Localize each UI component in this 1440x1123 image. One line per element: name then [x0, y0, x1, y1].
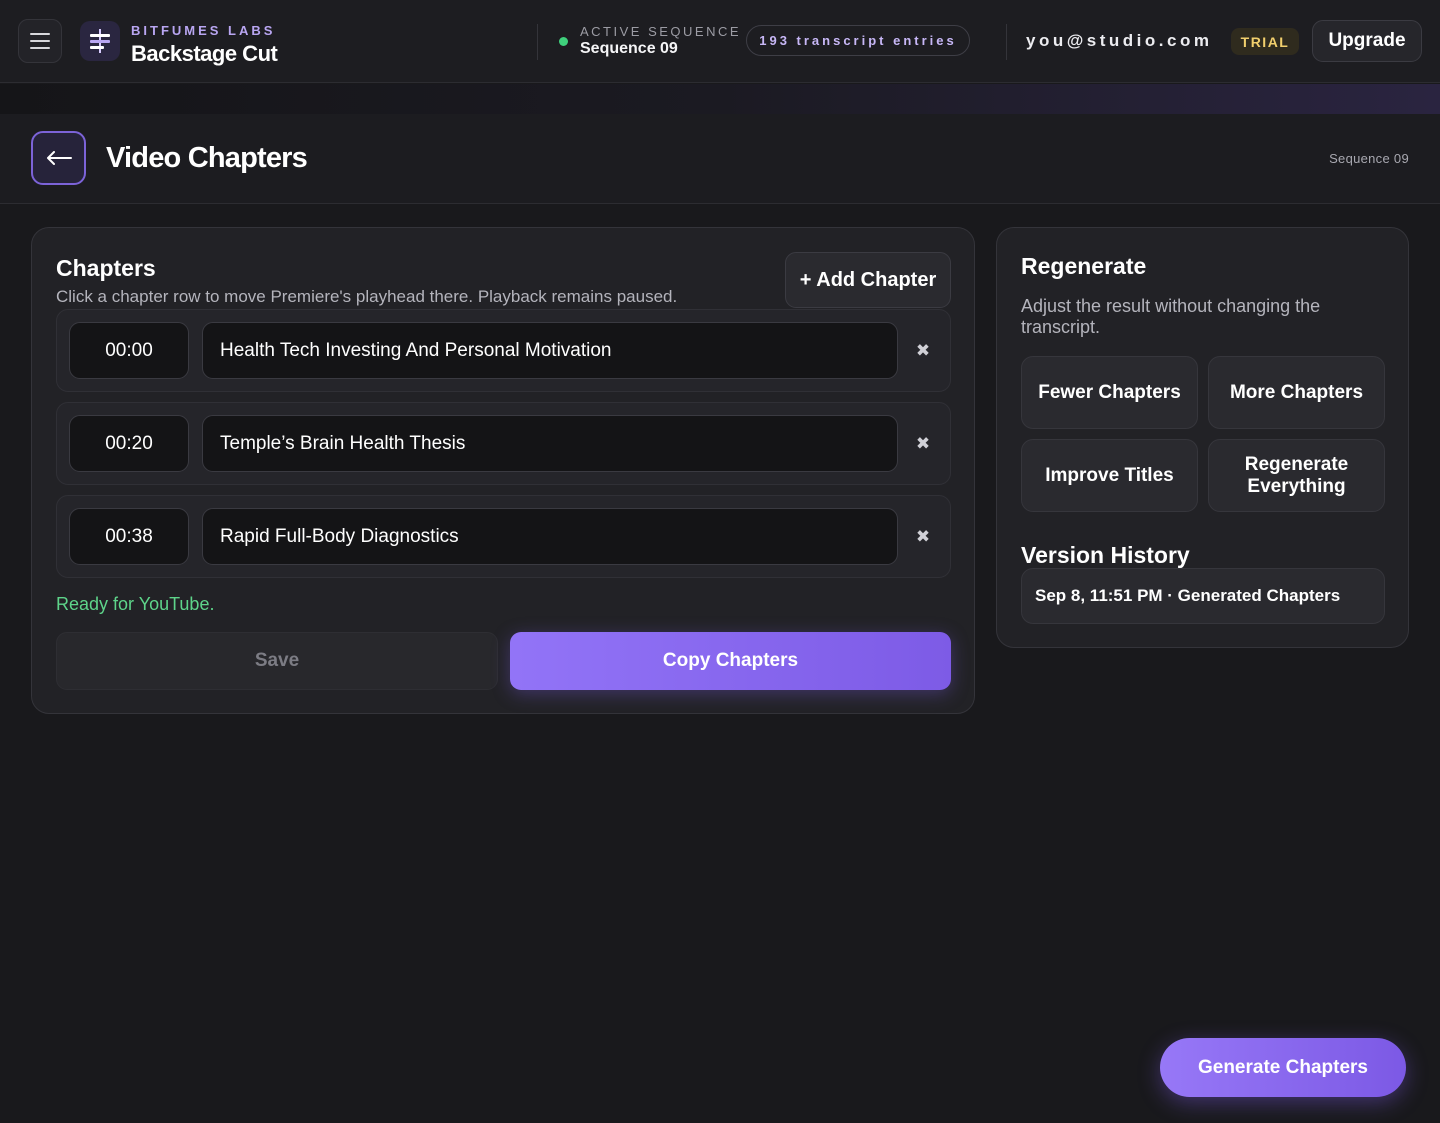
- close-icon[interactable]: ✖: [910, 525, 936, 549]
- chapter-title-input[interactable]: Temple’s Brain Health Thesis: [202, 415, 898, 472]
- menu-button[interactable]: [18, 19, 62, 63]
- chapter-time-input[interactable]: 00:00: [69, 322, 189, 379]
- transcript-count-badge: 193 transcript entries: [746, 25, 970, 56]
- copy-chapters-button[interactable]: Copy Chapters: [510, 632, 951, 690]
- hamburger-icon: [30, 33, 50, 35]
- app-name: Backstage Cut: [131, 41, 278, 66]
- chapters-title: Chapters: [56, 255, 156, 281]
- version-history-title: Version History: [1021, 542, 1190, 568]
- chapters-hint: Click a chapter row to move Premiere's p…: [56, 287, 678, 306]
- user-email: you@studio.com: [1026, 31, 1213, 50]
- active-sequence-label: ACTIVE SEQUENCE: [580, 24, 742, 39]
- save-button[interactable]: Save: [56, 632, 498, 690]
- regenerate-panel: Regenerate Adjust the result without cha…: [996, 227, 1409, 648]
- upgrade-button[interactable]: Upgrade: [1312, 20, 1422, 62]
- chapter-time-input[interactable]: 00:38: [69, 508, 189, 565]
- page-header: Video Chapters Sequence 09: [0, 114, 1440, 204]
- status-message: Ready for YouTube.: [56, 594, 215, 614]
- divider: [1006, 24, 1007, 60]
- chapter-row[interactable]: 00:38 Rapid Full-Body Diagnostics ✖: [56, 495, 951, 578]
- more-chapters-button[interactable]: More Chapters: [1208, 356, 1385, 429]
- chapter-title-input[interactable]: Health Tech Investing And Personal Motiv…: [202, 322, 898, 379]
- fewer-chapters-button[interactable]: Fewer Chapters: [1021, 356, 1198, 429]
- regenerate-everything-button[interactable]: Regenerate Everything: [1208, 439, 1385, 512]
- regenerate-title: Regenerate: [1021, 253, 1147, 279]
- divider: [537, 24, 538, 60]
- brand-label: BITFUMES LABS: [131, 23, 276, 38]
- close-icon[interactable]: ✖: [910, 432, 936, 456]
- version-history-item[interactable]: Sep 8, 11:51 PM · Generated Chapters: [1021, 568, 1385, 624]
- app-logo-icon: [80, 21, 120, 61]
- chapter-row[interactable]: 00:00 Health Tech Investing And Personal…: [56, 309, 951, 392]
- header-glow: [0, 84, 1440, 114]
- chapters-panel: Chapters Click a chapter row to move Pre…: [31, 227, 975, 714]
- add-chapter-button[interactable]: + Add Chapter: [785, 252, 951, 308]
- page-sequence-label: Sequence 09: [1329, 151, 1409, 166]
- chapter-title-input[interactable]: Rapid Full-Body Diagnostics: [202, 508, 898, 565]
- regenerate-hint: Adjust the result without changing the t…: [1021, 296, 1321, 337]
- active-sequence-value: Sequence 09: [580, 40, 678, 57]
- generate-chapters-button[interactable]: Generate Chapters: [1160, 1038, 1406, 1097]
- improve-titles-button[interactable]: Improve Titles: [1021, 439, 1198, 512]
- close-icon[interactable]: ✖: [910, 339, 936, 363]
- back-button[interactable]: [31, 131, 86, 185]
- page-title: Video Chapters: [106, 142, 308, 174]
- plan-badge: TRIAL: [1231, 28, 1299, 55]
- arrow-left-icon: [46, 151, 72, 165]
- chapter-time-input[interactable]: 00:20: [69, 415, 189, 472]
- top-bar: BITFUMES LABS Backstage Cut ACTIVE SEQUE…: [0, 0, 1440, 83]
- status-dot-icon: [559, 37, 568, 46]
- chapter-row[interactable]: 00:20 Temple’s Brain Health Thesis ✖: [56, 402, 951, 485]
